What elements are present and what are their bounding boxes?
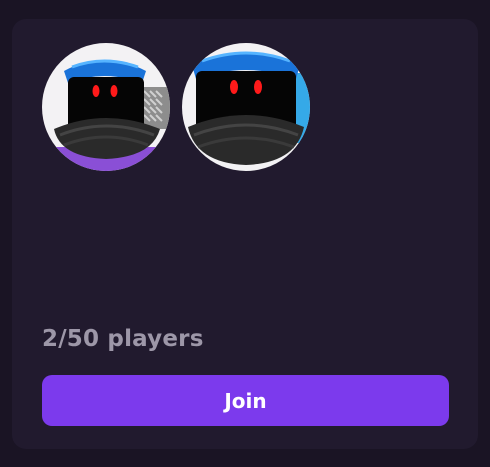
server-card: 2/50 players Join: [12, 19, 478, 449]
join-button[interactable]: Join: [42, 375, 449, 426]
player-avatar[interactable]: [42, 43, 170, 171]
player-avatar[interactable]: [182, 43, 310, 171]
player-count: 2/50 players: [42, 326, 204, 352]
player-avatars: [42, 43, 310, 171]
avatar-image: [182, 43, 310, 171]
avatar-image: [42, 43, 170, 171]
